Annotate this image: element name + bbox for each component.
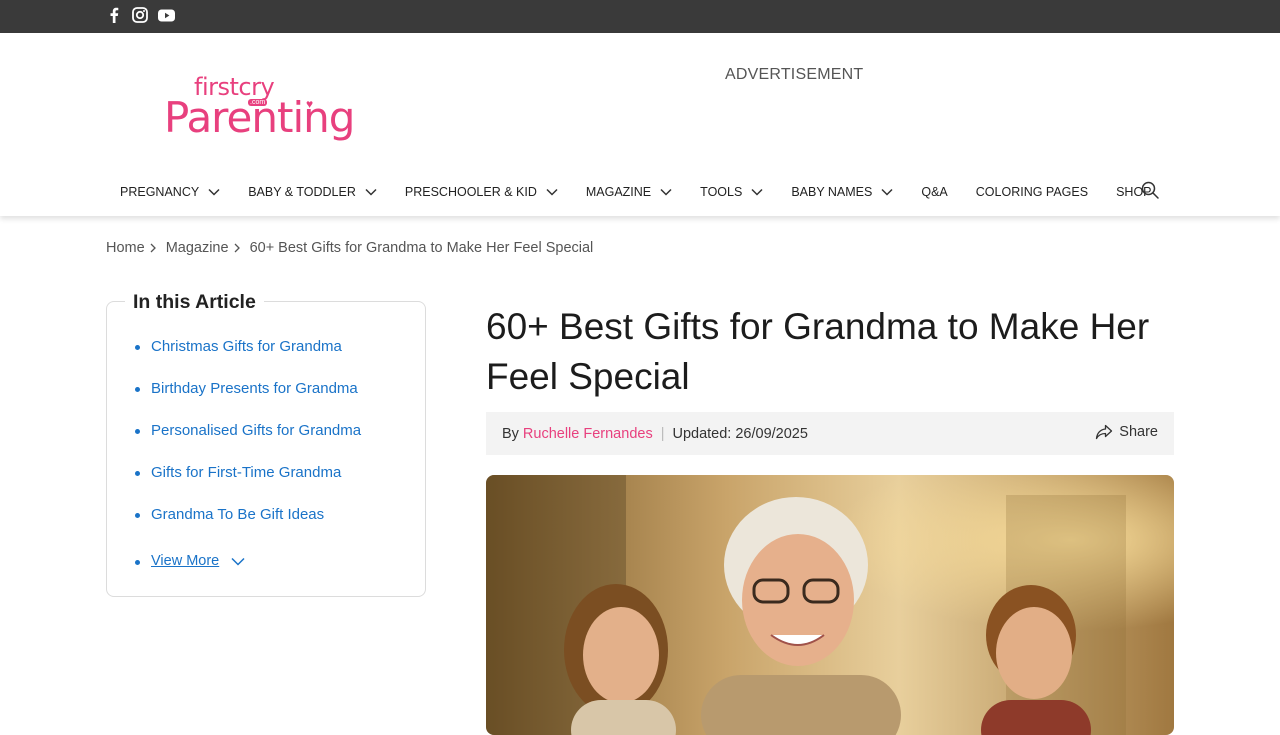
nav-item-label: BABY NAMES: [791, 185, 873, 199]
chevron-down-icon: [751, 188, 763, 196]
social-topbar: [0, 0, 1280, 33]
author-link[interactable]: Ruchelle Fernandes: [523, 426, 653, 442]
nav-item-label: Q&A: [921, 185, 948, 199]
share-button[interactable]: Share: [1095, 424, 1158, 440]
chevron-down-icon: [546, 188, 558, 196]
site-header: firstcry .com Parenting ♥ ADVERTISEMENT …: [0, 33, 1280, 216]
toc-item-birthday-presents[interactable]: Birthday Presents for Grandma: [135, 380, 361, 422]
nav-item-magazine[interactable]: MAGAZINE: [572, 181, 686, 203]
toc-title: In this Article: [125, 291, 264, 314]
view-more-button[interactable]: View More: [135, 553, 245, 569]
chevron-right-icon: [234, 243, 240, 253]
share-label: Share: [1119, 424, 1158, 440]
toc-item-christmas-gifts[interactable]: Christmas Gifts for Grandma: [135, 338, 361, 380]
updated-date: Updated: 26/09/2025: [672, 425, 808, 442]
nav-item-label: MAGAZINE: [585, 185, 652, 199]
nav-item-label: PREGNANCY: [120, 185, 200, 199]
toc-item-first-time-grandma[interactable]: Gifts for First-Time Grandma: [135, 464, 361, 506]
search-icon[interactable]: [1140, 180, 1160, 200]
chevron-down-icon: [881, 188, 893, 196]
nav-item-tools[interactable]: TOOLS: [686, 181, 777, 203]
nav-item-label: COLORING PAGES: [975, 185, 1089, 199]
logo-heart-icon: ♥: [306, 97, 314, 111]
nav-item-label: BABY & TODDLER: [248, 185, 356, 199]
breadcrumb-magazine[interactable]: Magazine: [166, 240, 229, 256]
table-of-contents: In this Article Christmas Gifts for Gran…: [106, 291, 426, 597]
main-nav: PREGNANCY BABY & TODDLER PRESCHOOLER & K…: [106, 181, 1166, 203]
firstcry-parenting-logo[interactable]: firstcry .com Parenting ♥: [160, 73, 375, 148]
byline-separator: |: [660, 425, 665, 442]
nav-item-qa[interactable]: Q&A: [907, 181, 961, 203]
share-icon: [1096, 424, 1113, 440]
nav-item-preschooler-kid[interactable]: PRESCHOOLER & KID: [391, 181, 572, 203]
breadcrumb-current: 60+ Best Gifts for Grandma to Make Her F…: [249, 240, 594, 256]
chevron-down-icon: [660, 188, 672, 196]
nav-item-coloring-pages[interactable]: COLORING PAGES: [962, 181, 1102, 203]
toc-item-grandma-to-be[interactable]: Grandma To Be Gift Ideas: [135, 506, 361, 548]
breadcrumb: Home Magazine 60+ Best Gifts for Grandma…: [106, 240, 593, 256]
toc-item-personalised-gifts[interactable]: Personalised Gifts for Grandma: [135, 422, 361, 464]
by-label: By: [502, 425, 519, 442]
youtube-icon[interactable]: [157, 6, 175, 24]
chevron-right-icon: [150, 243, 156, 253]
view-more-label: View More: [151, 553, 220, 569]
chevron-down-icon: [208, 188, 220, 196]
nav-item-baby-names[interactable]: BABY NAMES: [777, 181, 907, 203]
chevron-down-icon: [365, 188, 377, 196]
advertisement-label: ADVERTISEMENT: [725, 66, 864, 83]
nav-item-pregnancy[interactable]: PREGNANCY: [106, 181, 234, 203]
nav-item-label: TOOLS: [700, 185, 743, 199]
breadcrumb-home[interactable]: Home: [106, 240, 145, 256]
nav-item-label: PRESCHOOLER & KID: [404, 185, 537, 199]
facebook-icon[interactable]: [105, 6, 123, 24]
chevron-down-icon: [231, 557, 245, 566]
hero-image: [486, 475, 1174, 735]
logo-parenting-text: Parenting: [164, 93, 355, 142]
instagram-icon[interactable]: [131, 6, 149, 24]
article-byline: By Ruchelle Fernandes | Updated: 26/09/2…: [486, 412, 1174, 455]
toc-list: Christmas Gifts for Grandma Birthday Pre…: [135, 338, 361, 548]
nav-item-baby-toddler[interactable]: BABY & TODDLER: [234, 181, 391, 203]
article-title: 60+ Best Gifts for Grandma to Make Her F…: [486, 306, 1150, 397]
